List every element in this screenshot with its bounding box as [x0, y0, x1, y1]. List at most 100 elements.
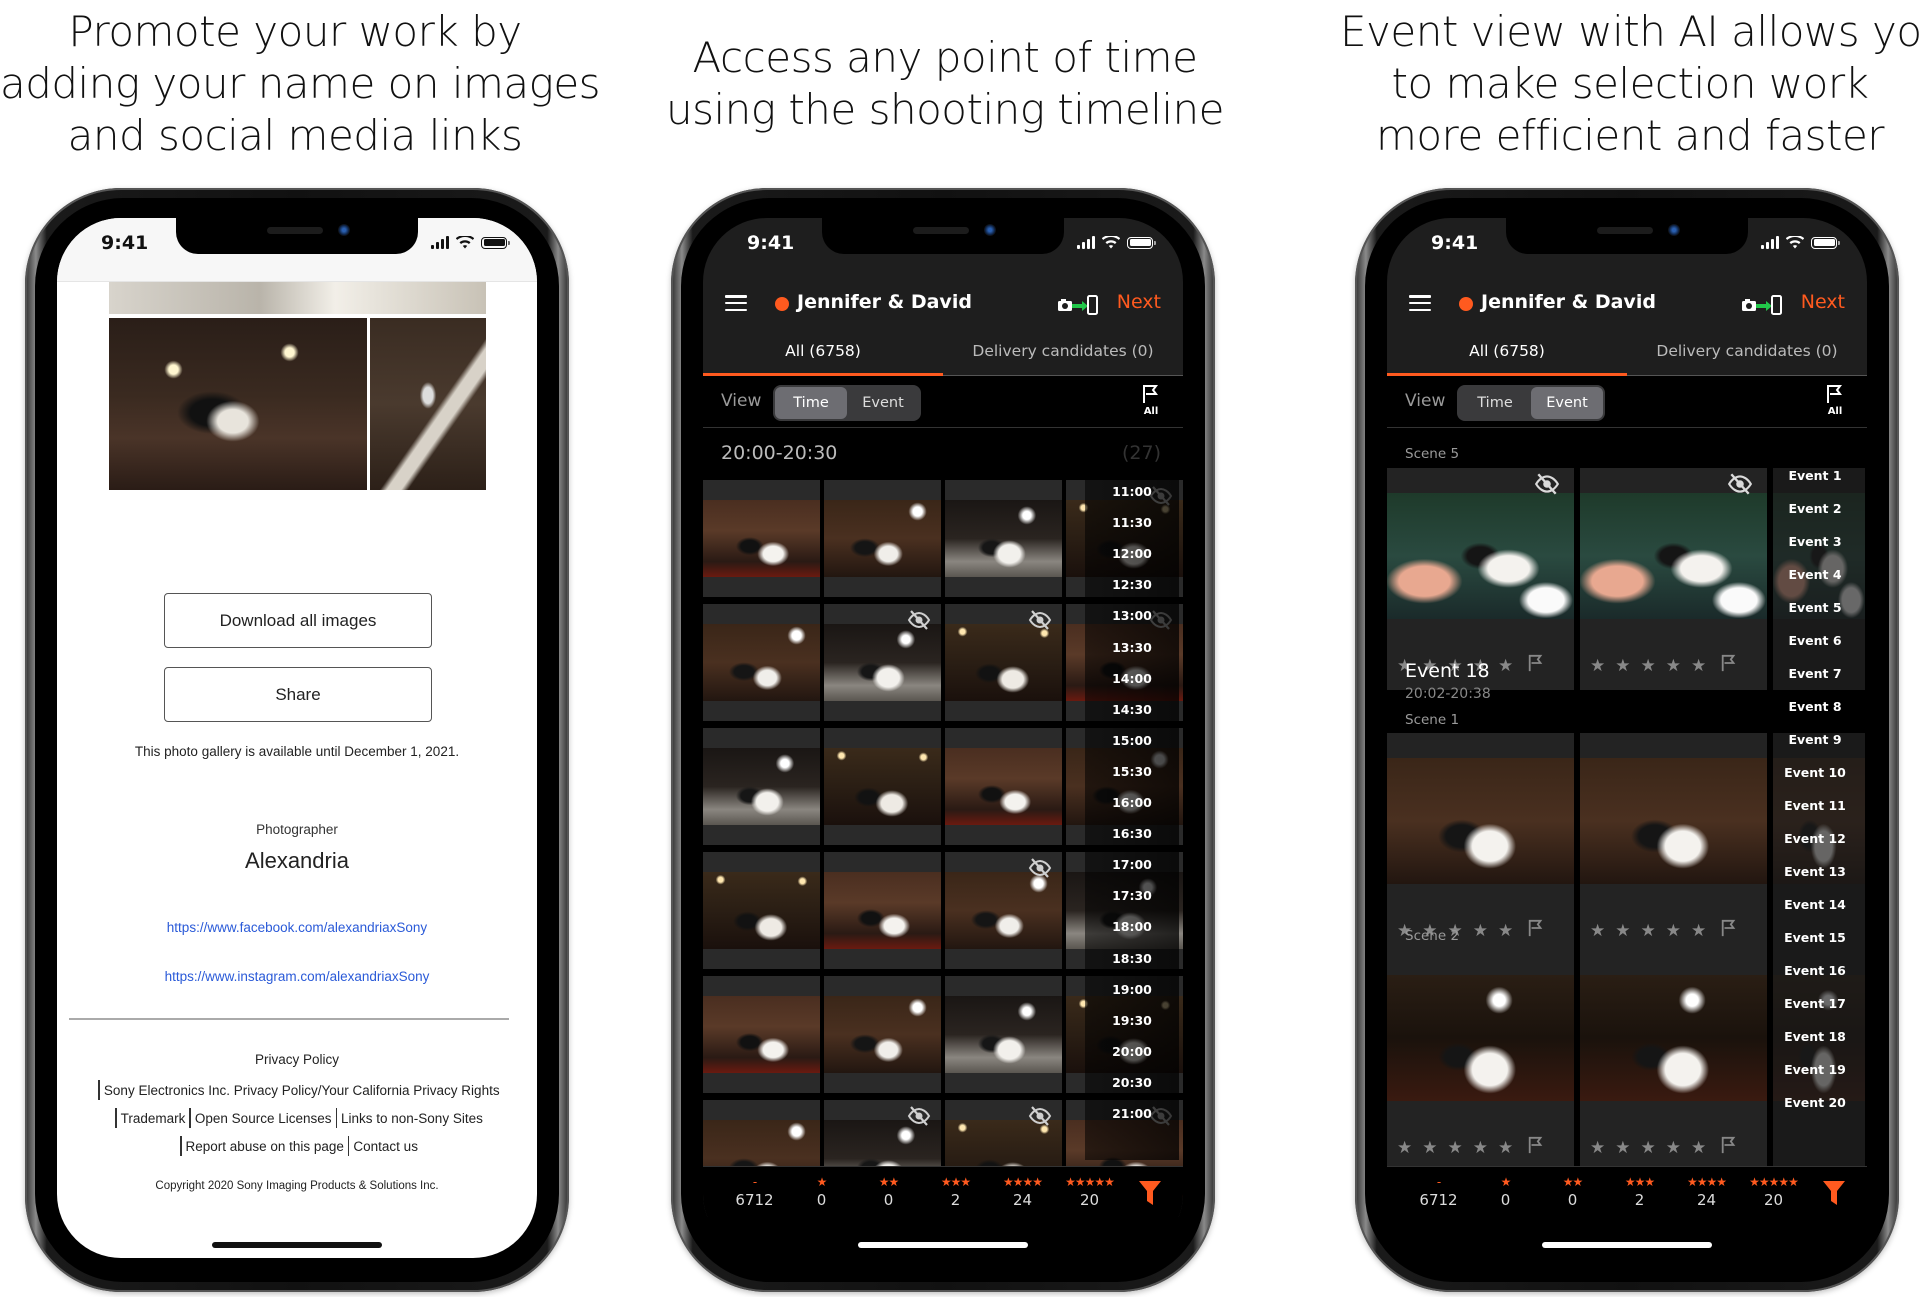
tab-delivery-candidates[interactable]: Delivery candidates (0): [943, 330, 1183, 376]
event-index-item[interactable]: Event 16: [1769, 963, 1861, 978]
star-rating-control[interactable]: ★ ★ ★ ★ ★: [1397, 1135, 1545, 1160]
event-index-item[interactable]: Event 19: [1769, 1062, 1861, 1077]
star-rating-control[interactable]: ★ ★ ★ ★ ★: [1590, 1135, 1738, 1160]
star-icon[interactable]: ★: [1666, 921, 1681, 941]
event-index-item[interactable]: Event 8: [1769, 699, 1861, 714]
timeline-tick-label[interactable]: 12:30: [1085, 577, 1179, 592]
menu-icon[interactable]: [725, 295, 747, 311]
star-icon[interactable]: ★: [1691, 656, 1706, 676]
event-index-list[interactable]: Event 1 Event 2 Event 3 Event 4 Event 5 Event…: [1769, 430, 1861, 1160]
star-icon[interactable]: ★: [1498, 656, 1513, 676]
sony-privacy-link[interactable]: Sony Electronics Inc. Privacy Policy/You…: [104, 1083, 500, 1098]
star-icon[interactable]: ★: [1590, 921, 1605, 941]
flag-filter-button[interactable]: All: [1139, 384, 1163, 417]
timeline-tick-label[interactable]: 19:00: [1085, 982, 1179, 997]
timeline-tick-label[interactable]: 15:30: [1085, 764, 1179, 779]
rating-filter-2[interactable]: ★★ 0: [855, 1175, 922, 1209]
timeline-tick-label[interactable]: 14:00: [1085, 671, 1179, 686]
flag-icon[interactable]: [1527, 918, 1545, 943]
timeline-tick-label[interactable]: 16:30: [1085, 826, 1179, 841]
event-index-item[interactable]: Event 10: [1769, 765, 1861, 780]
photo-thumbnail[interactable]: [824, 480, 941, 597]
star-icon[interactable]: ★: [1666, 656, 1681, 676]
photo-thumbnail[interactable]: [824, 728, 941, 845]
photo-thumbnail[interactable]: [945, 480, 1062, 597]
view-option-time[interactable]: Time: [775, 387, 847, 419]
instagram-link[interactable]: https://www.instagram.com/alexandriaxSon…: [57, 969, 537, 984]
filter-icon[interactable]: [1823, 1181, 1845, 1205]
star-icon[interactable]: ★: [1615, 1138, 1630, 1158]
event-photo-tile[interactable]: ★ ★ ★ ★ ★: [1387, 733, 1574, 955]
trademark-link[interactable]: Trademark: [121, 1111, 186, 1126]
event-index-item[interactable]: Event 5: [1769, 600, 1861, 615]
star-icon[interactable]: ★: [1473, 921, 1488, 941]
rating-filter-4[interactable]: ★★★★ 24: [1673, 1175, 1740, 1209]
facebook-link[interactable]: https://www.facebook.com/alexandriaxSony: [57, 920, 537, 935]
event-index-item[interactable]: Event 18: [1769, 1029, 1861, 1044]
timeline-tick-label[interactable]: 21:00: [1085, 1106, 1179, 1121]
event-index-item[interactable]: Event 4: [1769, 567, 1861, 582]
contact-us-link[interactable]: Contact us: [353, 1139, 418, 1154]
photo-thumbnail[interactable]: [945, 604, 1062, 721]
timeline-tick-label[interactable]: 18:00: [1085, 919, 1179, 934]
star-icon[interactable]: ★: [1422, 1138, 1437, 1158]
rating-filter-2[interactable]: ★★ 0: [1539, 1175, 1606, 1209]
download-all-button[interactable]: Download all images: [164, 593, 432, 648]
timeline-tick-label[interactable]: 17:00: [1085, 857, 1179, 872]
flag-icon[interactable]: [1527, 653, 1545, 678]
flag-filter-button[interactable]: All: [1823, 384, 1847, 417]
timeline-tick-label[interactable]: 15:00: [1085, 733, 1179, 748]
photo-thumbnail[interactable]: [703, 976, 820, 1093]
camera-to-phone-transfer-icon[interactable]: [1741, 294, 1783, 316]
timeline-tick-label[interactable]: 18:30: [1085, 951, 1179, 966]
event-photo-tile[interactable]: ★ ★ ★ ★ ★: [1387, 950, 1574, 1172]
tab-all[interactable]: All (6758): [703, 330, 943, 376]
home-indicator[interactable]: [1542, 1242, 1712, 1248]
rating-filter-3[interactable]: ★★★ 2: [1606, 1175, 1673, 1209]
star-icon[interactable]: ★: [1615, 656, 1630, 676]
rating-filter-1[interactable]: ★ 0: [788, 1175, 855, 1209]
star-icon[interactable]: ★: [1615, 921, 1630, 941]
event-index-item[interactable]: Event 9: [1769, 732, 1861, 747]
event-photo-tile[interactable]: ★ ★ ★ ★ ★: [1387, 468, 1574, 690]
next-button[interactable]: Next: [1117, 291, 1161, 313]
timeline-tick-label[interactable]: 20:00: [1085, 1044, 1179, 1059]
non-sony-sites-link[interactable]: Links to non-Sony Sites: [341, 1111, 483, 1126]
flag-icon[interactable]: [1720, 918, 1738, 943]
photo-thumbnail[interactable]: [824, 604, 941, 721]
view-option-time[interactable]: Time: [1459, 387, 1531, 419]
event-index-item[interactable]: Event 7: [1769, 666, 1861, 681]
rating-filter-1[interactable]: ★ 0: [1472, 1175, 1539, 1209]
star-icon[interactable]: ★: [1498, 1138, 1513, 1158]
star-icon[interactable]: ★: [1590, 1138, 1605, 1158]
timeline-tick-label[interactable]: 12:00: [1085, 546, 1179, 561]
star-icon[interactable]: ★: [1448, 1138, 1463, 1158]
star-icon[interactable]: ★: [1641, 656, 1656, 676]
event-index-item[interactable]: Event 17: [1769, 996, 1861, 1011]
photo-thumbnail[interactable]: [945, 976, 1062, 1093]
filter-icon[interactable]: [1139, 1181, 1161, 1205]
star-icon[interactable]: ★: [1691, 1138, 1706, 1158]
photo-thumbnail[interactable]: [703, 480, 820, 597]
rating-filter-0[interactable]: - 6712: [1405, 1175, 1472, 1209]
timeline-tick-label[interactable]: 16:00: [1085, 795, 1179, 810]
photo-thumbnail[interactable]: [703, 604, 820, 721]
photo-thumbnail[interactable]: [945, 852, 1062, 969]
star-icon[interactable]: ★: [1498, 921, 1513, 941]
star-rating-control[interactable]: ★ ★ ★ ★ ★: [1590, 918, 1738, 943]
event-index-item[interactable]: Event 6: [1769, 633, 1861, 648]
rating-filter-0[interactable]: - 6712: [721, 1175, 788, 1209]
tab-delivery-candidates[interactable]: Delivery candidates (0): [1627, 330, 1867, 376]
gallery-photo[interactable]: [370, 318, 486, 490]
view-option-event[interactable]: Event: [847, 387, 919, 419]
open-source-link[interactable]: Open Source Licenses: [195, 1111, 332, 1126]
photo-thumbnail[interactable]: [824, 976, 941, 1093]
share-button[interactable]: Share: [164, 667, 432, 722]
event-index-item[interactable]: Event 2: [1769, 501, 1861, 516]
home-indicator[interactable]: [212, 1242, 382, 1248]
event-index-item[interactable]: Event 3: [1769, 534, 1861, 549]
event-photo-tile[interactable]: ★ ★ ★ ★ ★: [1580, 950, 1767, 1172]
home-indicator[interactable]: [858, 1242, 1028, 1248]
star-icon[interactable]: ★: [1691, 921, 1706, 941]
timeline-scrubber[interactable]: 11:00 11:30 12:00 12:30 13:00 13:30 14:00 14:30…: [1085, 480, 1179, 1160]
